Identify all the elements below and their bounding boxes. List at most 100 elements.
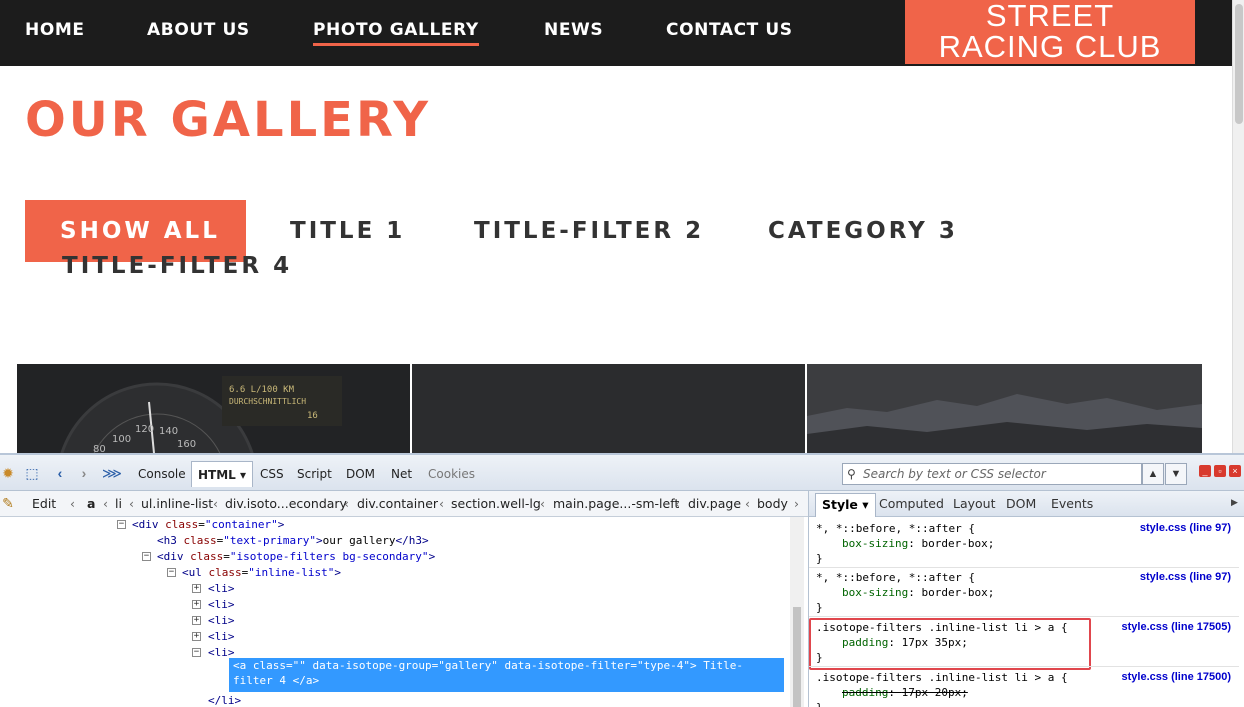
breadcrumb-li[interactable]: li xyxy=(115,491,122,516)
side-tab-layout[interactable]: Layout xyxy=(953,496,996,511)
breadcrumb-separator: ‹ xyxy=(344,496,349,511)
side-tabs-more-icon[interactable]: ▶ xyxy=(1231,498,1238,508)
html-panel-scrollbar-thumb[interactable] xyxy=(793,607,801,707)
breadcrumb-main[interactable]: main.page...-sm-left xyxy=(553,491,679,516)
css-rule-source-link[interactable]: style.css (line 17500) xyxy=(1122,670,1231,685)
back-arrow-icon[interactable]: ‹ xyxy=(52,465,68,481)
nav-home[interactable]: HOME xyxy=(25,20,85,40)
html-node-ul[interactable]: <ul class="inline-list"> xyxy=(182,565,341,581)
page-scrollbar-thumb[interactable] xyxy=(1235,4,1243,124)
side-tab-style[interactable]: Style ▾ xyxy=(815,493,876,517)
nav-news[interactable]: NEWS xyxy=(544,20,603,40)
edit-icon[interactable]: ✎ xyxy=(0,496,16,512)
nav-contact-us[interactable]: CONTACT US xyxy=(666,20,793,40)
gallery-photo-mountains[interactable] xyxy=(807,364,1202,453)
selected-node-line-1: <a class="" data-isotope-group="gallery"… xyxy=(233,659,743,672)
css-rule-close: } xyxy=(816,601,823,614)
side-tab-events[interactable]: Events xyxy=(1051,496,1093,511)
search-prev-button[interactable]: ▲ xyxy=(1142,463,1164,485)
css-rule-source-link[interactable]: style.css (line 97) xyxy=(1140,521,1231,536)
css-rule-selector[interactable]: *, *::before, *::after { xyxy=(816,521,975,536)
breadcrumb-a[interactable]: a xyxy=(87,491,95,516)
html-node-li[interactable]: <li> xyxy=(208,581,235,597)
tab-net[interactable]: Net xyxy=(385,461,418,487)
rule-highlight-box xyxy=(809,618,1091,670)
html-node-h3[interactable]: <h3 class="text-primary">our gallery</h3… xyxy=(157,533,429,549)
search-next-button[interactable]: ▼ xyxy=(1165,463,1187,485)
html-node-li[interactable]: <li> xyxy=(208,597,235,613)
html-node-li[interactable]: <li> xyxy=(208,629,235,645)
css-rule-selector[interactable]: .isotope-filters .inline-list li > a { xyxy=(816,670,1068,685)
filter-category-3[interactable]: CATEGORY 3 xyxy=(768,218,958,244)
css-rule-source-link[interactable]: style.css (line 17505) xyxy=(1122,620,1231,635)
filter-title-1[interactable]: TITLE 1 xyxy=(290,218,405,244)
filter-show-all[interactable]: SHOW ALL xyxy=(60,218,220,244)
breadcrumb-div-container[interactable]: div.container xyxy=(357,491,438,516)
html-panel-scrollbar[interactable] xyxy=(790,517,804,707)
css-rule-property[interactable]: box-sizing: border-box; xyxy=(842,585,994,600)
command-line-icon[interactable]: ⋙ xyxy=(102,465,122,481)
breadcrumb-div-page[interactable]: div.page xyxy=(688,491,741,516)
search-icon: ⚲ xyxy=(847,467,856,481)
breadcrumb-div-isotope[interactable]: div.isoto...econdary xyxy=(225,491,347,516)
breadcrumb-body[interactable]: body xyxy=(757,491,788,516)
firebug-search-input[interactable]: ⚲ Search by text or CSS selector xyxy=(842,463,1142,485)
collapse-toggle[interactable]: − xyxy=(192,648,201,657)
website-viewport: HOME ABOUT US PHOTO GALLERY NEWS CONTACT… xyxy=(0,0,1232,453)
detach-icon[interactable]: ▫ xyxy=(1214,465,1226,477)
side-tab-computed[interactable]: Computed xyxy=(879,496,944,511)
css-rule-property-overridden[interactable]: padding: 17px 20px; xyxy=(842,685,968,700)
collapse-toggle[interactable]: − xyxy=(142,552,151,561)
tab-console[interactable]: Console xyxy=(132,461,192,487)
gallery-photo-dark[interactable] xyxy=(412,364,805,453)
tab-css[interactable]: CSS xyxy=(254,461,290,487)
close-icon[interactable]: × xyxy=(1229,465,1241,477)
tab-cookies[interactable]: Cookies xyxy=(422,461,481,487)
firebug-toolbar: ✹ ⬚ ‹ › ⋙ Console HTML ▾ CSS Script DOM … xyxy=(0,455,1244,491)
expand-toggle[interactable]: + xyxy=(192,616,201,625)
tab-script[interactable]: Script xyxy=(291,461,338,487)
nav-about-us[interactable]: ABOUT US xyxy=(147,20,250,40)
html-node-selected-a[interactable]: <a class="" data-isotope-group="gallery"… xyxy=(229,658,784,692)
breadcrumb-more[interactable]: › xyxy=(794,491,799,516)
breadcrumb-separator: ‹ xyxy=(70,496,75,511)
selected-node-line-2: filter 4 </a> xyxy=(233,674,320,687)
side-tab-dom[interactable]: DOM xyxy=(1006,496,1036,511)
css-rule-selector[interactable]: *, *::before, *::after { xyxy=(816,570,975,585)
html-node-li-close[interactable]: </li> xyxy=(208,693,241,707)
forward-arrow-icon[interactable]: › xyxy=(76,465,92,481)
breadcrumb-separator: ‹ xyxy=(103,496,108,511)
css-rule-source-link[interactable]: style.css (line 97) xyxy=(1140,570,1231,585)
expand-toggle[interactable]: + xyxy=(192,600,201,609)
search-placeholder: Search by text or CSS selector xyxy=(863,467,1046,481)
page-scrollbar[interactable] xyxy=(1232,0,1244,453)
breadcrumb-ul[interactable]: ul.inline-list xyxy=(141,491,213,516)
css-rule-property[interactable]: box-sizing: border-box; xyxy=(842,536,994,551)
minimize-icon[interactable]: _ xyxy=(1199,465,1211,477)
mountains-image xyxy=(807,364,1202,453)
css-rules-list: *, *::before, *::after { style.css (line… xyxy=(809,517,1244,707)
inspect-element-icon[interactable]: ⬚ xyxy=(24,465,40,481)
gauge-tick-120: 120 xyxy=(135,424,154,435)
edit-button[interactable]: Edit xyxy=(32,491,56,516)
html-node-li[interactable]: <li> xyxy=(208,613,235,629)
gallery-photo-dashboard[interactable]: 100 120 140 160 80 6.6 L/100 KM DURCHSCH… xyxy=(17,364,410,453)
rule-divider xyxy=(809,616,1239,617)
html-node-isotope-filters[interactable]: <div class="isotope-filters bg-secondary… xyxy=(157,549,435,565)
html-tree: − <div class="container"> <h3 class="tex… xyxy=(0,517,795,707)
collapse-toggle[interactable]: − xyxy=(167,568,176,577)
nav-photo-gallery[interactable]: PHOTO GALLERY xyxy=(313,20,479,46)
breadcrumb-section[interactable]: section.well-lg xyxy=(451,491,541,516)
filter-title-filter-2[interactable]: TITLE-FILTER 2 xyxy=(474,218,704,244)
tab-dom[interactable]: DOM xyxy=(340,461,381,487)
brand-logo[interactable]: STREET RACING CLUB xyxy=(905,0,1195,64)
collapse-toggle[interactable]: − xyxy=(117,520,126,529)
firebug-logo-icon[interactable]: ✹ xyxy=(0,465,16,481)
expand-toggle[interactable]: + xyxy=(192,584,201,593)
tab-html[interactable]: HTML ▾ xyxy=(191,461,254,487)
expand-toggle[interactable]: + xyxy=(192,632,201,641)
filter-title-filter-4[interactable]: TITLE-FILTER 4 xyxy=(62,253,292,279)
html-node-container[interactable]: <div class="container"> xyxy=(132,517,284,533)
gauge-tick-160: 160 xyxy=(177,439,196,450)
dashboard-image: 100 120 140 160 80 6.6 L/100 KM DURCHSCH… xyxy=(17,364,410,453)
